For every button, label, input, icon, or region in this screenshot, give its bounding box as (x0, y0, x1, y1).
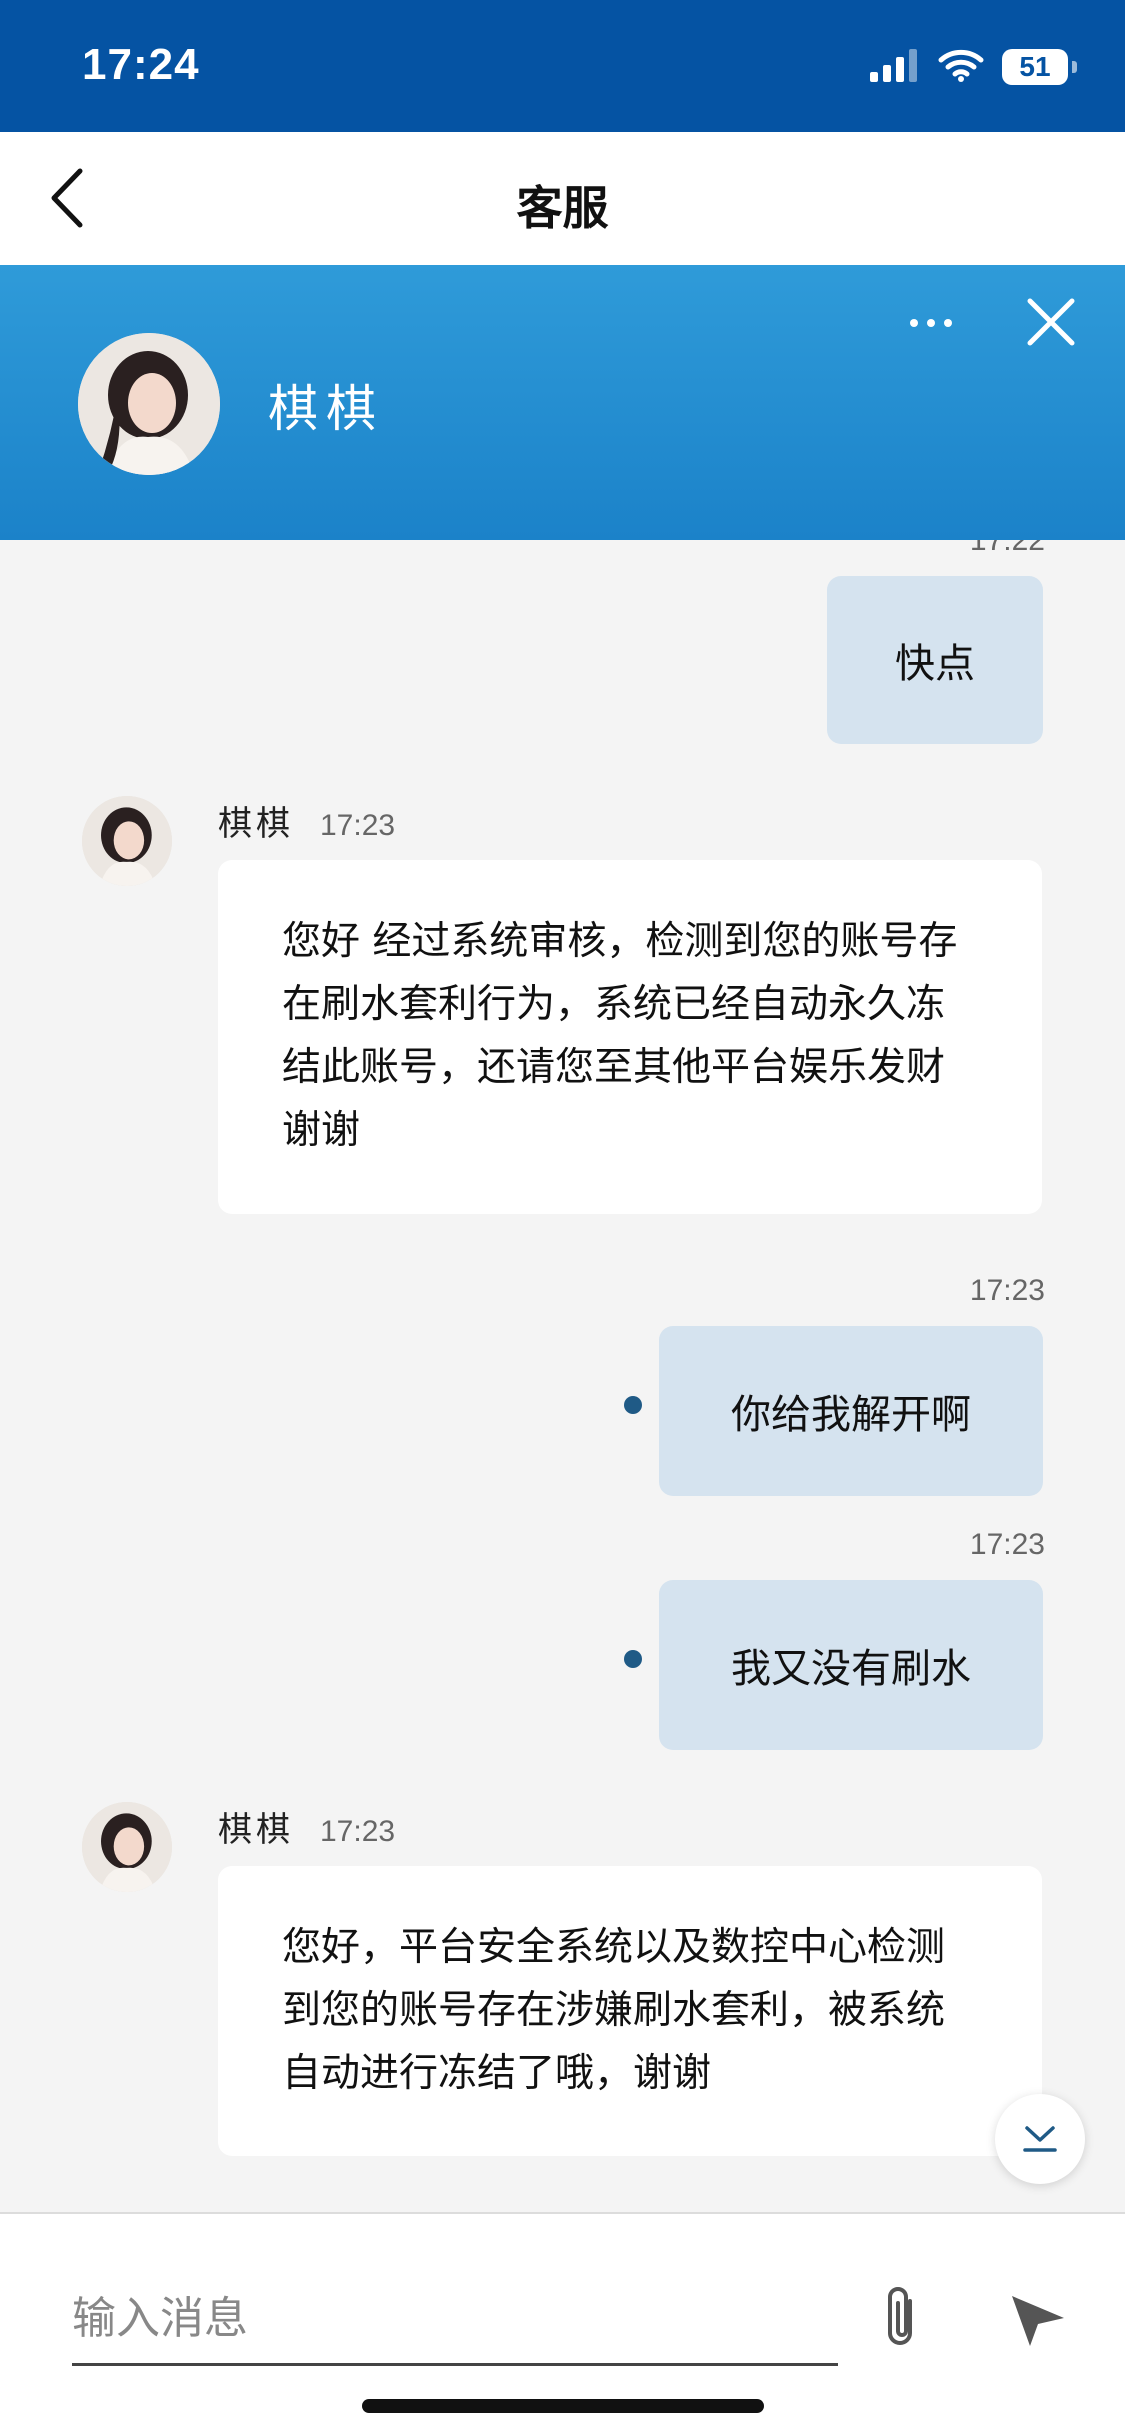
delivery-status-dot (624, 1650, 642, 1668)
outgoing-message: 快点 (827, 576, 1043, 744)
message-meta: 棋棋 17:23 (218, 796, 395, 845)
chevron-down-icon (1023, 2126, 1057, 2152)
incoming-message: 您好 经过系统审核，检测到您的账号存在刷水套利行为，系统已经自动永久冻结此账号，… (218, 860, 1042, 1214)
agent-avatar (78, 333, 220, 475)
battery-indicator: 51 (1002, 49, 1068, 85)
message-text: 快点 (895, 641, 975, 687)
send-button[interactable] (998, 2280, 1078, 2360)
delivery-status-dot (624, 1396, 642, 1414)
more-dot-icon (944, 319, 952, 327)
send-icon (1012, 2296, 1064, 2346)
agent-avatar-small (82, 796, 172, 886)
close-button[interactable] (1016, 287, 1086, 357)
message-timestamp: 17:22 (969, 540, 1045, 557)
message-timestamp: 17:23 (320, 809, 396, 842)
sender-name: 棋棋 (218, 1810, 294, 1850)
page-title: 客服 (516, 181, 609, 235)
message-timestamp: 17:23 (969, 1274, 1045, 1307)
battery-tip (1072, 61, 1077, 73)
status-time: 17:24 (82, 40, 200, 89)
signal-icon (870, 48, 920, 86)
agent-name: 棋棋 (268, 380, 384, 438)
status-icons: 51 (870, 48, 1077, 86)
message-text: 我又没有刷水 (731, 1646, 971, 1692)
more-dot-icon (910, 319, 918, 327)
nav-bar: 客服 (0, 132, 1125, 265)
outgoing-message: 你给我解开啊 (659, 1326, 1043, 1496)
more-options-button[interactable] (896, 293, 966, 353)
message-timestamp: 17:23 (969, 1528, 1045, 1561)
attach-button[interactable] (872, 2278, 932, 2358)
agent-header: 棋棋 (0, 265, 1125, 540)
message-input[interactable] (72, 2274, 838, 2366)
close-icon (1027, 298, 1075, 346)
paperclip-icon (888, 2287, 912, 2345)
chat-messages[interactable]: 17:22 快点 棋棋 17:23 您好 经过系统审核，检测到您的账号存在刷水套… (0, 540, 1125, 2212)
more-dot-icon (927, 319, 935, 327)
message-timestamp: 17:23 (320, 1815, 396, 1848)
agent-avatar-small (82, 1802, 172, 1892)
status-bar: 17:24 51 (0, 0, 1125, 132)
wifi-icon (938, 48, 984, 86)
message-meta: 棋棋 17:23 (218, 1802, 395, 1851)
sender-name: 棋棋 (218, 804, 294, 844)
home-indicator (362, 2399, 764, 2413)
message-text: 你给我解开啊 (731, 1392, 971, 1438)
incoming-message: 您好，平台安全系统以及数控中心检测到您的账号存在涉嫌刷水套利，被系统自动进行冻结… (218, 1866, 1042, 2156)
scroll-to-bottom-button[interactable] (995, 2094, 1085, 2184)
outgoing-message: 我又没有刷水 (659, 1580, 1043, 1750)
